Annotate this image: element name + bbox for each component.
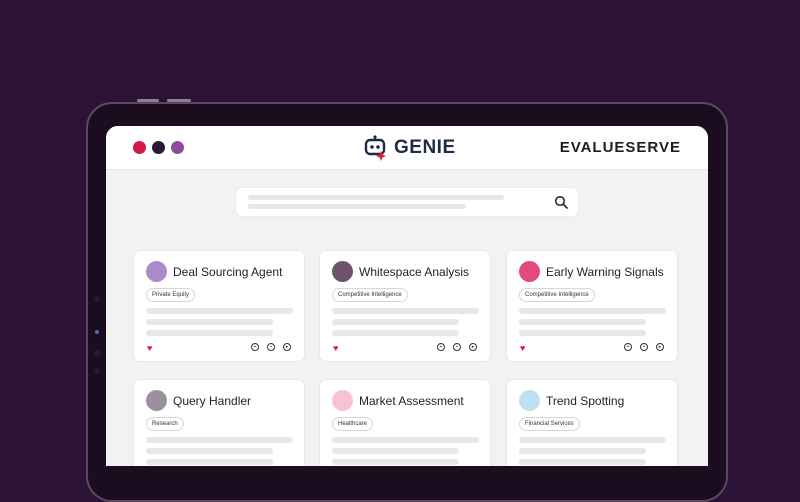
card-title: Query Handler <box>173 394 252 408</box>
settings-icon[interactable]: • <box>640 343 648 351</box>
category-tag: Private Equity <box>146 288 196 302</box>
window-dot-dark[interactable] <box>152 141 165 154</box>
card-title: Deal Sourcing Agent <box>173 265 283 279</box>
agent-card[interactable]: Trend Spotting Financial Services ♥ + • … <box>507 380 677 466</box>
avatar <box>332 261 353 282</box>
window-dot-red[interactable] <box>133 141 146 154</box>
agent-card[interactable]: Deal Sourcing Agent Private Equity ♥ + •… <box>134 251 304 361</box>
add-icon[interactable]: + <box>251 343 259 351</box>
card-title: Market Assessment <box>359 394 464 408</box>
agent-card[interactable]: Query Handler Research ♥ + • ▸ <box>134 380 304 466</box>
play-icon[interactable]: ▸ <box>283 343 291 351</box>
agent-card[interactable]: Early Warning Signals Competitive Intell… <box>507 251 677 361</box>
card-title: Whitespace Analysis <box>359 265 470 279</box>
heart-icon[interactable]: ♥ <box>147 343 152 353</box>
placeholder-line <box>146 448 273 454</box>
heart-icon[interactable]: ♥ <box>520 343 525 353</box>
search-placeholder-line <box>248 204 466 209</box>
top-bar: GENIE EVALUESERVE <box>106 126 708 170</box>
placeholder-line <box>146 319 273 325</box>
avatar <box>146 390 167 411</box>
avatar <box>332 390 353 411</box>
camera-dot <box>94 368 100 374</box>
placeholder-line <box>519 448 646 454</box>
settings-icon[interactable]: • <box>267 343 275 351</box>
settings-icon[interactable]: • <box>453 343 461 351</box>
genie-logo: GENIE <box>364 135 456 161</box>
search-icon[interactable] <box>554 195 568 209</box>
category-tag: Competitive Intelligence <box>332 288 408 302</box>
placeholder-line <box>519 308 666 314</box>
placeholder-line <box>146 308 293 314</box>
avatar <box>146 261 167 282</box>
card-title: Trend Spotting <box>546 394 625 408</box>
category-tag: Competitive Intelligence <box>519 288 595 302</box>
category-tag: Healthcare <box>332 417 374 431</box>
camera-dot <box>94 350 100 356</box>
heart-icon[interactable]: ♥ <box>333 343 338 353</box>
avatar <box>519 261 540 282</box>
placeholder-line <box>519 319 646 325</box>
card-title: Early Warning Signals <box>546 265 664 279</box>
placeholder-line <box>146 330 273 336</box>
category-tag: Research <box>146 417 184 431</box>
add-icon[interactable]: + <box>624 343 632 351</box>
placeholder-line <box>146 437 293 443</box>
robot-icon <box>364 135 386 161</box>
avatar <box>519 390 540 411</box>
window-dot-purple[interactable] <box>171 141 184 154</box>
placeholder-line <box>332 308 479 314</box>
add-icon[interactable]: + <box>437 343 445 351</box>
placeholder-line <box>519 437 666 443</box>
placeholder-line <box>332 319 459 325</box>
placeholder-line <box>332 330 459 336</box>
search-bar[interactable] <box>236 188 578 216</box>
placeholder-line <box>332 448 459 454</box>
app-name: GENIE <box>394 137 456 158</box>
placeholder-line <box>332 437 479 443</box>
brand-name: EVALUESERVE <box>559 139 681 156</box>
category-tag: Financial Services <box>519 417 580 431</box>
search-placeholder-line <box>248 195 504 200</box>
app-screen: GENIE EVALUESERVE Deal Sourcing Agent Pr… <box>106 126 708 466</box>
sensor-dot <box>95 330 99 334</box>
placeholder-line <box>519 330 646 336</box>
camera-dot <box>94 296 100 302</box>
agent-card[interactable]: Market Assessment Healthcare ♥ + • ▸ <box>320 380 490 466</box>
play-icon[interactable]: ▸ <box>469 343 477 351</box>
tablet-button <box>167 99 191 102</box>
agent-card[interactable]: Whitespace Analysis Competitive Intellig… <box>320 251 490 361</box>
play-icon[interactable]: ▸ <box>656 343 664 351</box>
tablet-button <box>137 99 159 102</box>
